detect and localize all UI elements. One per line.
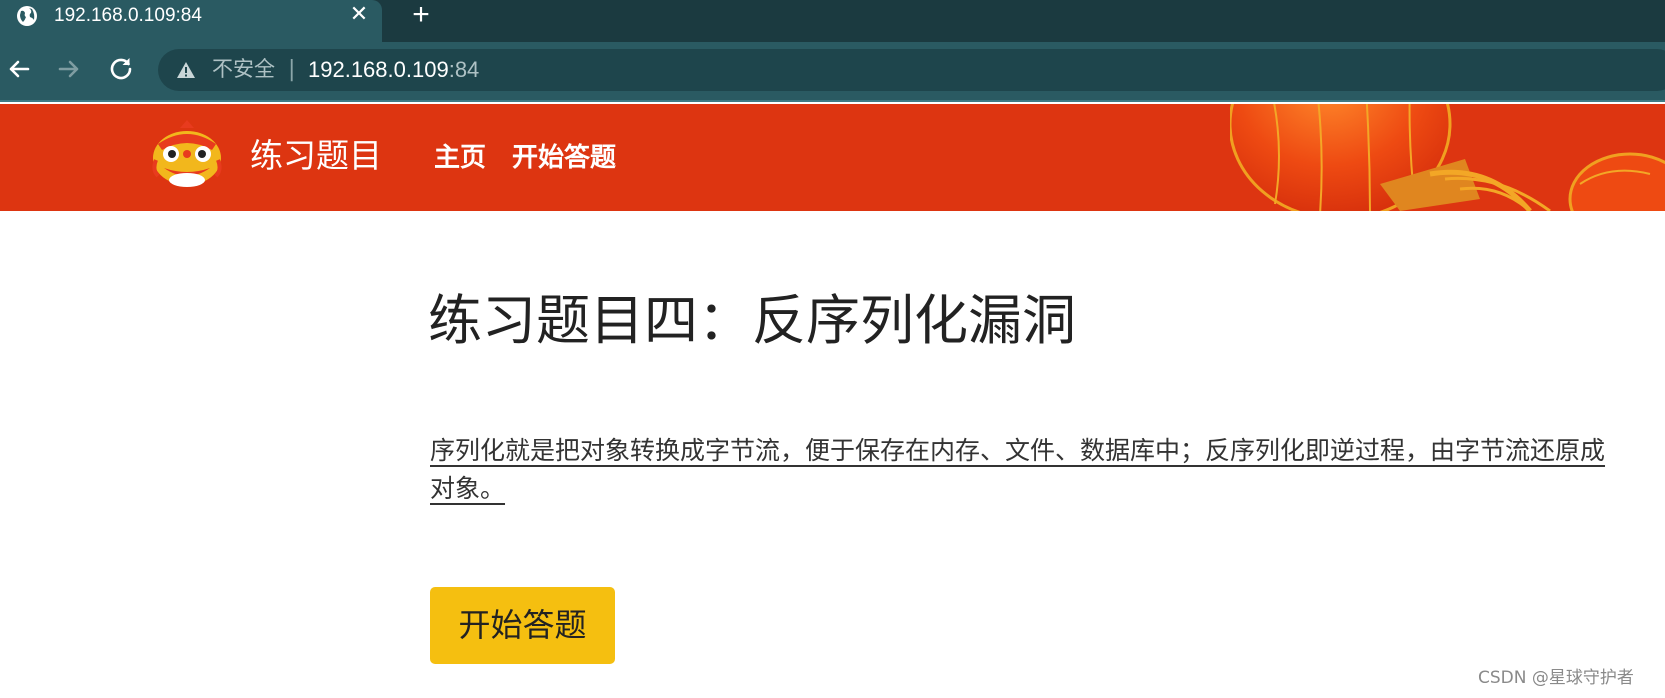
site-header: 练习题目 主页 开始答题 [0, 104, 1665, 211]
browser-tab-bar: 192.168.0.109:84 ✕ + [0, 0, 1665, 42]
browser-toolbar: 不安全 | 192.168.0.109:84 [0, 42, 1665, 102]
nav-start-quiz-link[interactable]: 开始答题 [512, 141, 616, 175]
address-bar[interactable]: 不安全 | 192.168.0.109:84 [158, 49, 1665, 91]
nav-home-link[interactable]: 主页 [434, 141, 486, 175]
watermark: CSDN @星球守护者 [1478, 668, 1634, 688]
page-heading: 练习题目四：反序列化漏洞 [428, 289, 1076, 352]
reload-icon[interactable] [106, 54, 136, 84]
lantern-decoration [1230, 104, 1665, 211]
back-arrow-icon[interactable] [4, 54, 34, 84]
description-link[interactable]: 序列化就是把对象转换成字节流，便于保存在内存、文件、数据库中；反序列化即逆过程，… [430, 432, 1610, 508]
url-text[interactable]: 192.168.0.109:84 [308, 56, 479, 84]
url-host: 192.168.0.109 [308, 57, 449, 82]
lion-dance-logo[interactable] [150, 120, 224, 190]
address-separator: | [288, 57, 296, 82]
plus-icon[interactable]: + [406, 0, 436, 30]
site-title[interactable]: 练习题目 [250, 134, 382, 178]
globe-icon [17, 6, 37, 26]
browser-tab[interactable]: 192.168.0.109:84 ✕ [0, 0, 382, 42]
url-port: :84 [448, 57, 480, 82]
tab-title: 192.168.0.109:84 [54, 5, 202, 26]
forward-arrow-icon[interactable] [54, 54, 84, 84]
security-label[interactable]: 不安全 [212, 56, 275, 84]
start-quiz-button[interactable]: 开始答题 [430, 587, 615, 664]
close-icon[interactable]: ✕ [346, 2, 372, 28]
warning-icon [177, 62, 195, 78]
